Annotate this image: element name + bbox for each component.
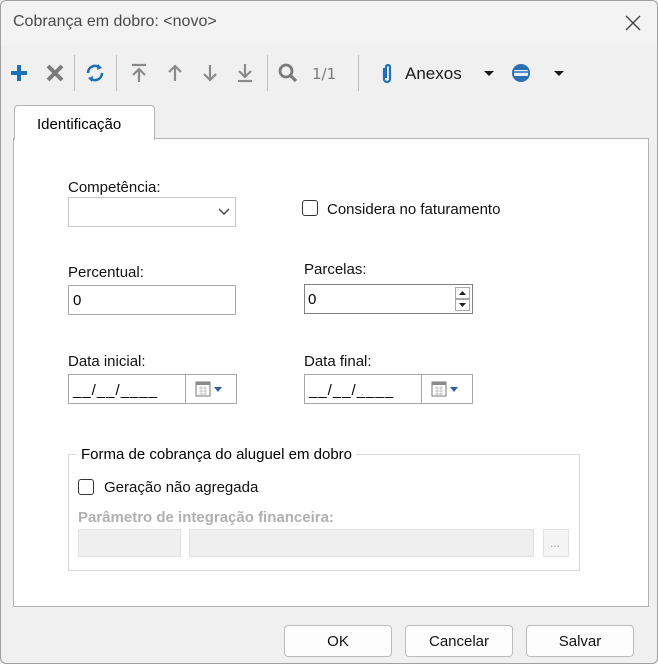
delete-button[interactable]	[43, 61, 67, 85]
search-icon	[278, 63, 298, 83]
arrow-down-icon	[203, 65, 217, 82]
geracao-label: Geração não agregada	[104, 479, 259, 496]
next-record-button[interactable]	[198, 61, 222, 85]
toolbar-separator	[358, 55, 359, 91]
toolbar-separator	[74, 55, 75, 91]
window-title: Cobrança em dobro: <novo>	[13, 13, 217, 30]
arrow-last-icon	[238, 64, 252, 83]
anexos-menu-button[interactable]: Anexos	[405, 64, 462, 84]
considera-label: Considera no faturamento	[327, 201, 501, 218]
chevron-down-icon	[218, 208, 230, 215]
ok-button[interactable]: OK	[284, 625, 392, 657]
payment-card-button[interactable]	[509, 61, 533, 85]
calendar-icon	[195, 381, 222, 397]
parcelas-label: Parcelas:	[304, 261, 367, 278]
last-record-button[interactable]	[233, 61, 257, 85]
parcelas-value: 0	[308, 291, 317, 308]
paperclip-icon	[375, 61, 399, 85]
group-title: Forma de cobrança do aluguel em dobro	[77, 446, 356, 463]
refresh-button[interactable]	[83, 61, 107, 85]
previous-record-button[interactable]	[163, 61, 187, 85]
percentual-input[interactable]	[68, 285, 236, 315]
card-icon	[512, 64, 530, 82]
arrow-first-icon	[132, 63, 146, 82]
data-inicial-label: Data inicial:	[68, 353, 146, 370]
triangle-down-icon	[459, 303, 466, 307]
forma-cobranca-group: Forma de cobrança do aluguel em dobro Ge…	[68, 446, 580, 571]
calendar-icon	[431, 381, 458, 397]
parametro-label: Parâmetro de integração financeira:	[78, 509, 334, 526]
refresh-icon	[86, 64, 104, 82]
toolbar-separator	[116, 55, 117, 91]
tab-panel: Competência: Considera no faturamento Pe…	[13, 138, 649, 607]
considera-checkbox[interactable]	[302, 200, 318, 216]
caret-down-icon	[484, 71, 494, 76]
toolbar: 1/1 Anexos	[1, 47, 657, 97]
data-inicial-calendar-button[interactable]	[185, 375, 236, 403]
arrow-up-icon	[168, 64, 182, 81]
competencia-label: Competência:	[68, 179, 161, 196]
data-final-field[interactable]: __/__/____	[304, 374, 473, 404]
browse-label: ...	[550, 536, 561, 550]
save-button[interactable]: Salvar	[526, 625, 634, 657]
toolbar-separator	[267, 55, 268, 91]
tab-identificacao[interactable]: Identificação	[14, 105, 155, 140]
first-record-button[interactable]	[127, 61, 151, 85]
add-button[interactable]	[7, 61, 31, 85]
title-bar: Cobrança em dobro: <novo>	[1, 1, 657, 45]
tab-label: Identificação	[37, 116, 122, 133]
close-button[interactable]	[619, 9, 647, 37]
dialog-window: Cobrança em dobro: <novo> 1/1 Anexos Ide…	[0, 0, 658, 664]
data-inicial-value: __/__/____	[73, 382, 159, 399]
plus-icon	[11, 65, 27, 81]
anexos-dropdown-button[interactable]	[477, 61, 501, 85]
record-pager: 1/1	[312, 65, 337, 83]
cancel-button[interactable]: Cancelar	[405, 625, 513, 657]
triangle-up-icon	[459, 291, 466, 295]
parametro-code-field[interactable]	[78, 529, 181, 557]
data-inicial-field[interactable]: __/__/____	[68, 374, 237, 404]
data-final-calendar-button[interactable]	[421, 375, 472, 403]
caret-down-icon	[554, 71, 564, 76]
search-button[interactable]	[276, 61, 300, 85]
card-dropdown-button[interactable]	[547, 61, 571, 85]
percentual-label: Percentual:	[68, 264, 144, 281]
geracao-checkbox[interactable]	[78, 479, 94, 495]
parametro-browse-button[interactable]: ...	[543, 529, 569, 557]
data-final-value: __/__/____	[309, 382, 395, 399]
data-final-label: Data final:	[304, 353, 372, 370]
parcelas-decrement-button[interactable]	[455, 299, 470, 311]
close-icon	[625, 15, 641, 31]
parcelas-stepper[interactable]: 0	[304, 284, 473, 314]
competencia-select[interactable]	[68, 197, 236, 227]
x-icon	[46, 64, 64, 82]
parcelas-increment-button[interactable]	[455, 287, 470, 299]
parametro-description-field[interactable]	[189, 529, 534, 557]
